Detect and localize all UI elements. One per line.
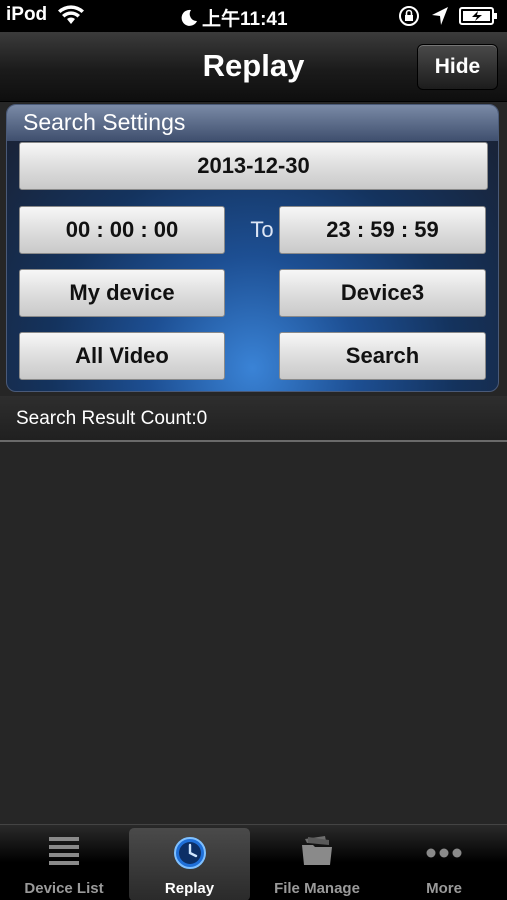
tab-label: Replay	[164, 880, 215, 897]
nav-bar: Replay Hide	[0, 32, 507, 102]
end-time-button[interactable]: 23 : 59 : 59	[279, 206, 486, 254]
tab-bar: Device List Replay File Manage More	[0, 824, 507, 900]
status-right-icons	[397, 5, 499, 27]
carrier-label: iPod	[6, 4, 48, 25]
date-button[interactable]: 2013-12-30	[19, 142, 488, 190]
tab-label: File Manage	[274, 880, 360, 897]
tab-replay[interactable]: Replay	[129, 828, 250, 900]
tab-more[interactable]: More	[381, 825, 507, 900]
status-bar: iPod 上午11:41	[0, 0, 507, 32]
tab-file-manage[interactable]: File Manage	[254, 825, 380, 900]
device-button[interactable]: Device3	[279, 269, 486, 317]
search-settings-header: Search Settings	[7, 105, 498, 141]
more-dots-icon	[426, 848, 462, 858]
search-button[interactable]: Search	[279, 332, 486, 380]
rotation-lock-icon	[399, 6, 419, 26]
moon-icon	[181, 9, 197, 26]
device-group-button[interactable]: My device	[19, 269, 225, 317]
search-result-list[interactable]	[0, 444, 507, 824]
search-settings-panel: Search Settings 2013-12-30 00 : 00 : 00 …	[6, 104, 499, 392]
battery-icon	[459, 7, 497, 25]
wifi-icon	[58, 5, 84, 24]
folder-icon	[302, 836, 332, 865]
video-type-button[interactable]: All Video	[19, 332, 225, 380]
tab-device-list[interactable]: Device List	[1, 825, 127, 900]
hide-button[interactable]: Hide	[417, 44, 498, 90]
tab-label: Device List	[24, 880, 104, 897]
search-result-bar: Search Result Count:0	[0, 396, 507, 442]
clock-icon	[173, 837, 206, 869]
location-icon	[432, 7, 448, 25]
list-icon	[49, 837, 79, 865]
status-time: 上午11:41	[202, 9, 288, 30]
search-result-count: Search Result Count:0	[16, 408, 208, 429]
status-time-group: 上午11:41	[180, 4, 288, 31]
start-time-button[interactable]: 00 : 00 : 00	[19, 206, 225, 254]
tab-label: More	[426, 880, 462, 897]
